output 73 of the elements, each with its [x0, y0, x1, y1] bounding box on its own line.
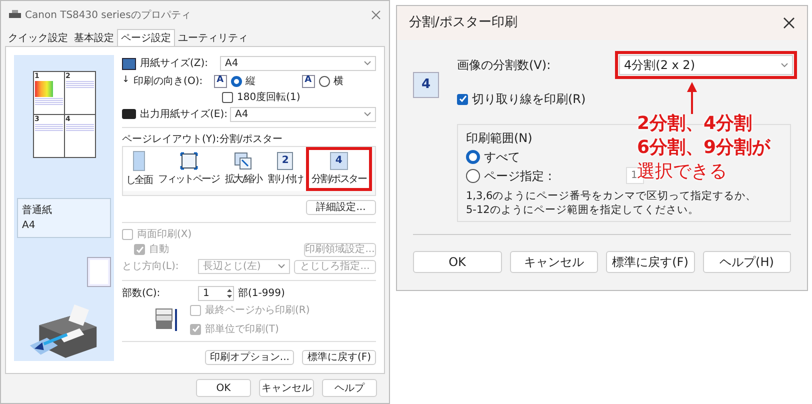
checkbox[interactable] — [457, 94, 468, 104]
checkbox-label: 自動 — [149, 243, 169, 258]
field-label: とじ方向(L): — [122, 260, 180, 274]
button[interactable]: ヘルプ — [322, 379, 377, 397]
layout-option[interactable]: フィットページ — [155, 146, 222, 191]
tab[interactable]: ユーティリティ — [175, 30, 251, 46]
orientation-icon: A — [302, 74, 315, 88]
section-label: ページレイアウト(Y):分割/ポスター — [122, 132, 284, 146]
radio-label: すべて — [484, 148, 521, 166]
caret-icon — [278, 264, 285, 270]
poster-icon: 4 — [413, 72, 439, 98]
button[interactable]: OK — [413, 251, 502, 273]
layout-option[interactable]: 4 分割/ポスター — [306, 146, 372, 191]
button[interactable]: キャンセル — [510, 251, 598, 273]
window-title: Canon TS8430 seriesのプロパティ — [25, 8, 192, 22]
tab[interactable]: クイック設定 — [5, 30, 71, 46]
radio-button[interactable] — [466, 150, 480, 164]
arrow — [687, 82, 697, 114]
button[interactable]: キャンセル — [259, 379, 314, 397]
checkbox-label: 180度回転(1) — [237, 90, 300, 106]
copies-spinner[interactable]: 1 — [198, 286, 234, 301]
layout-icon: 2 — [277, 152, 294, 170]
hint-text: 1,3,6のようにページ番号をカンマで区切って指定するか、 5-12のようにページ範囲を指定してください。 — [466, 189, 758, 217]
output-size-dropdown[interactable]: A4 — [230, 106, 376, 122]
orientation-icon: A — [214, 74, 227, 88]
page-icon — [88, 258, 110, 286]
radio-button[interactable] — [318, 76, 330, 87]
radio-button[interactable] — [466, 168, 480, 182]
paper-size-dropdown[interactable]: A4 — [220, 56, 376, 72]
button[interactable]: 詳細設定... — [306, 200, 376, 215]
paper-size-icon — [122, 58, 136, 70]
button[interactable]: ヘルプ(H) — [702, 251, 791, 273]
dialog-title: 分割/ポスター印刷 — [409, 14, 518, 32]
button[interactable]: 標準に戻す(F) — [606, 251, 694, 273]
field-label: 印刷の向き(O): — [134, 74, 204, 89]
checkbox-label: 部単位で印刷(T) — [205, 322, 279, 337]
layout-option[interactable]: し全面 — [123, 146, 156, 191]
poster-icon: 4 — [330, 152, 348, 170]
button[interactable]: 印刷オプション... — [204, 350, 294, 366]
checkbox-label: 最終ページから印刷(R) — [205, 304, 310, 318]
button[interactable]: OK — [196, 379, 251, 397]
output-printer-icon — [122, 109, 136, 120]
tab[interactable]: 基本設定 — [71, 30, 117, 46]
page-icon — [133, 150, 146, 171]
layout-option[interactable]: 拡大/縮小 — [222, 146, 265, 191]
printer-icon — [9, 10, 21, 20]
caret-icon — [781, 62, 788, 68]
checkbox[interactable] — [222, 92, 233, 104]
field-label: 用紙サイズ(Z): — [140, 57, 210, 72]
group-label: 印刷範囲(N) — [466, 130, 532, 147]
stack-icon — [154, 306, 178, 333]
layout-option[interactable]: 2 割り付け — [264, 146, 306, 191]
radio-button[interactable] — [230, 76, 242, 87]
split-count-dropdown[interactable]: 4分割(2 x 2) — [619, 55, 793, 75]
radio-label: 横 — [334, 74, 344, 89]
caret-icon — [364, 112, 371, 117]
tab[interactable]: ページ設定 — [117, 29, 175, 46]
checkbox-label: 両面印刷(X) — [137, 228, 192, 242]
caret-icon — [364, 61, 371, 66]
field-label: 画像の分割数(V): — [457, 57, 551, 74]
button[interactable]: 標準に戻す(F) — [302, 350, 376, 366]
zoom-icon — [234, 152, 252, 170]
field-label: 出力用紙サイズ(E): — [140, 108, 226, 122]
fit-page-icon — [180, 152, 198, 170]
radio-label: ページ指定 : — [484, 168, 553, 184]
copies-range: 部(1-999) — [238, 286, 285, 301]
arrow-marker: ↓ — [122, 74, 130, 88]
field-label: 部数(C): — [122, 286, 162, 301]
checkbox-label: 切り取り線を印刷(R) — [472, 91, 586, 108]
radio-label: 縦 — [246, 74, 256, 89]
close-icon[interactable] — [783, 17, 795, 29]
media-info: 普通紙 A4 — [17, 198, 111, 238]
spin-arrows-icon — [226, 288, 233, 299]
